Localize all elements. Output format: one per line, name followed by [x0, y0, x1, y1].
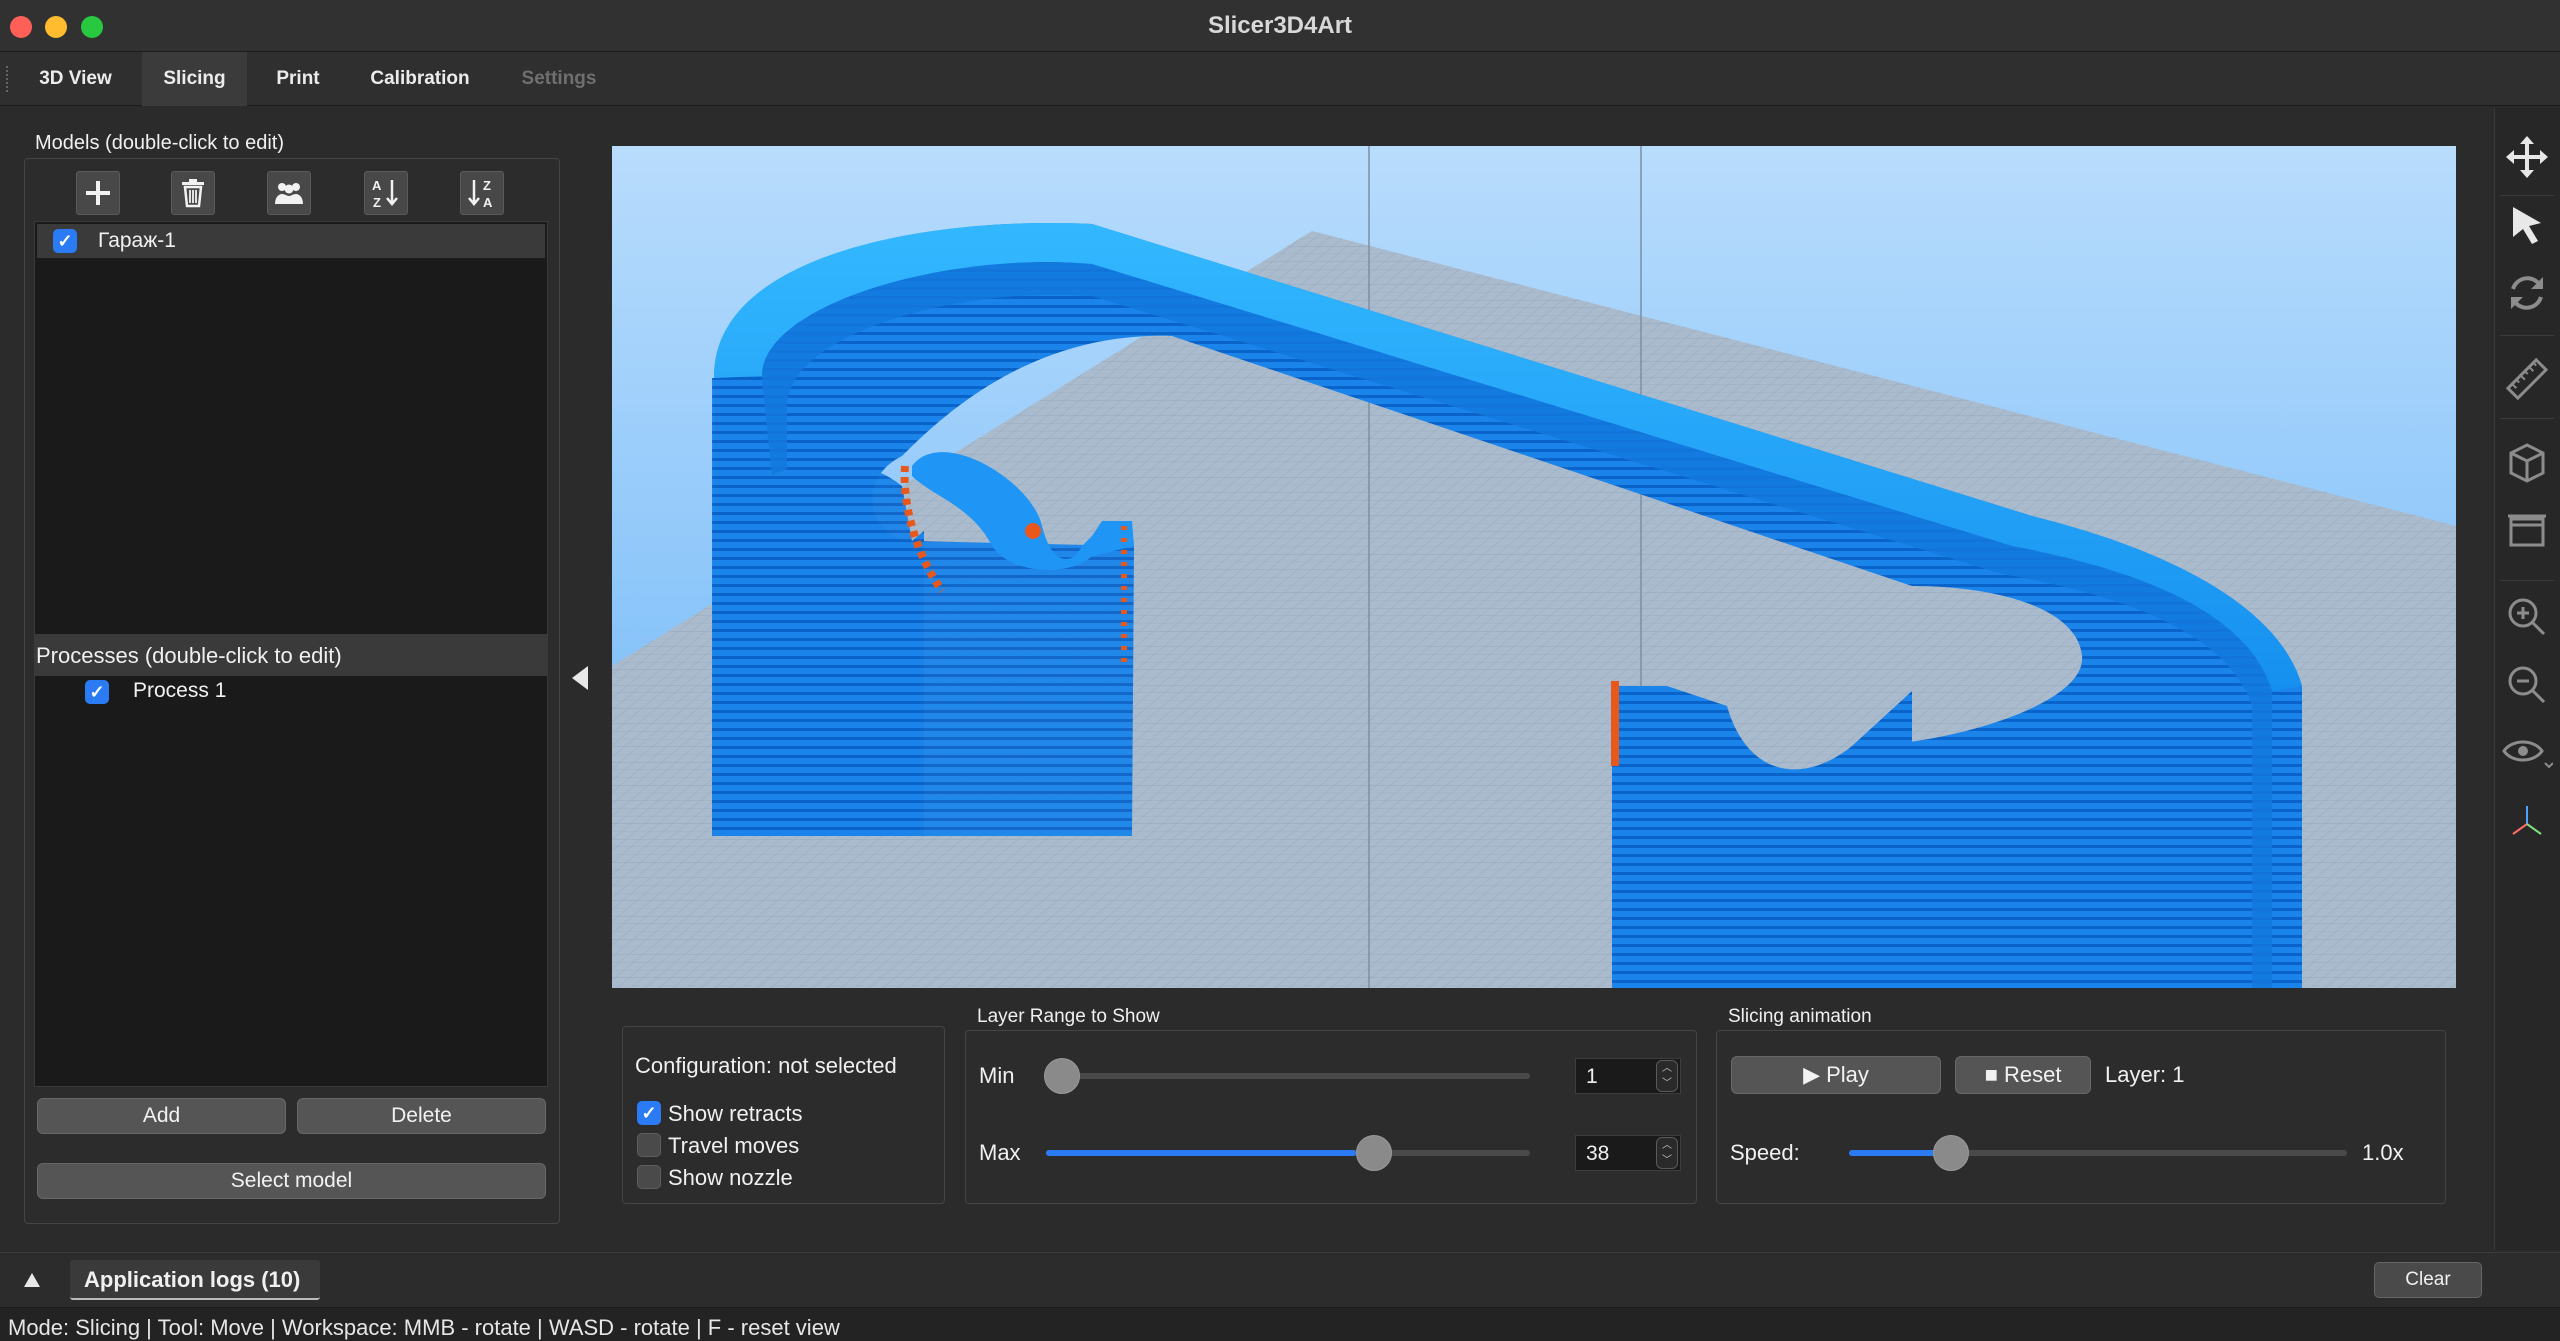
animation-group: ▶ Play ■ Reset Layer: 1 Speed: 1.0x	[1716, 1030, 2446, 1204]
title-bar: Slicer3D4Art	[0, 0, 2560, 52]
move-tool[interactable]	[2500, 130, 2554, 184]
min-layer-spinbox[interactable]: 1 ︿ ﹀	[1575, 1058, 1681, 1094]
max-slider-handle[interactable]	[1356, 1135, 1392, 1171]
tab-bar: 3D View Slicing Print Calibration Settin…	[0, 52, 2560, 106]
tab-bar-grip	[6, 66, 10, 92]
add-model-button[interactable]	[76, 171, 120, 215]
process-checkbox[interactable]: ✓	[85, 680, 109, 704]
travel-moves-checkbox[interactable]	[637, 1133, 661, 1157]
max-label: Max	[979, 1140, 1021, 1165]
max-slider-fill	[1046, 1150, 1356, 1156]
show-retracts-checkbox[interactable]: ✓	[637, 1101, 661, 1125]
max-layer-spinbox[interactable]: 38 ︿ ﹀	[1575, 1135, 1681, 1171]
status-bar: Mode: Slicing | Tool: Move | Workspace: …	[0, 1308, 2560, 1341]
max-layer-value: 38	[1586, 1142, 1610, 1165]
layer-range-title: Layer Range to Show	[977, 1006, 1160, 1027]
show-nozzle-checkbox[interactable]	[637, 1165, 661, 1189]
toolbar-divider	[2500, 418, 2554, 419]
select-icon	[2513, 207, 2541, 244]
animation-title: Slicing animation	[1728, 1006, 1872, 1027]
delete-model-button[interactable]	[171, 171, 215, 215]
speed-value: 1.0x	[2362, 1140, 2404, 1165]
toolbar-divider	[2500, 195, 2554, 196]
viewport-scene	[612, 146, 2456, 988]
min-layer-value: 1	[1586, 1065, 1598, 1088]
list-item[interactable]: ✓ Гараж-1	[37, 224, 545, 258]
eye-icon	[2502, 740, 2553, 769]
tab-settings: Settings	[521, 68, 597, 89]
config-group: Configuration: not selected ✓ Show retra…	[622, 1026, 945, 1204]
visibility-tool[interactable]	[2500, 726, 2554, 780]
svg-text:Z: Z	[483, 178, 491, 193]
play-button[interactable]: ▶ Play	[1731, 1056, 1941, 1094]
zoom-out-icon	[2508, 666, 2546, 704]
collapse-panel-arrow-icon[interactable]	[572, 666, 588, 690]
box-icon	[2508, 514, 2546, 547]
processes-header: Processes (double-click to edit)	[34, 635, 548, 675]
speed-slider-handle[interactable]	[1933, 1135, 1969, 1171]
expand-logs-icon[interactable]	[22, 1270, 42, 1290]
rotate-icon	[2511, 276, 2543, 310]
toolbar-divider	[2500, 335, 2554, 336]
select-model-button[interactable]: Select model	[37, 1163, 546, 1199]
model-name: Гараж-1	[98, 229, 176, 252]
axes-icon	[2512, 806, 2542, 835]
svg-text:A: A	[483, 195, 493, 209]
model-checkbox[interactable]: ✓	[53, 229, 77, 253]
processes-list: ✓ Process 1	[34, 675, 548, 1087]
models-label: Models (double-click to edit)	[35, 132, 284, 154]
group-models-button[interactable]	[267, 171, 311, 215]
zoom-in-icon	[2508, 598, 2546, 636]
show-retracts-label: Show retracts	[668, 1101, 803, 1126]
measure-tool[interactable]	[2500, 352, 2554, 406]
reset-button[interactable]: ■ Reset	[1955, 1056, 2091, 1094]
show-nozzle-label: Show nozzle	[668, 1165, 793, 1190]
speed-label: Speed:	[1730, 1140, 1800, 1165]
layer-indicator: Layer: 1	[2105, 1062, 2185, 1087]
tab-3d-view[interactable]: 3D View	[18, 52, 133, 106]
sort-za-icon: ZA	[468, 178, 493, 209]
delete-process-button[interactable]: Delete	[297, 1098, 546, 1134]
zoom-in-tool[interactable]	[2500, 590, 2554, 644]
sort-ascending-button[interactable]: AZ	[364, 171, 408, 215]
toolbar-divider	[2500, 580, 2554, 581]
processes-label: Processes (double-click to edit)	[36, 643, 342, 668]
cube-view-tool[interactable]	[2500, 436, 2554, 490]
move-icon	[2506, 136, 2548, 178]
min-slider-handle[interactable]	[1044, 1058, 1080, 1094]
group-icon	[275, 183, 303, 204]
select-tool[interactable]	[2500, 198, 2554, 252]
zoom-out-tool[interactable]	[2500, 658, 2554, 712]
tab-slicing[interactable]: Slicing	[142, 52, 247, 106]
layer-range-group: Min 1 ︿ ﹀ Max 38 ︿ ﹀	[965, 1030, 1697, 1204]
clear-logs-button[interactable]: Clear	[2374, 1262, 2482, 1298]
svg-text:A: A	[372, 178, 382, 193]
sort-descending-button[interactable]: ZA	[460, 171, 504, 215]
box-view-tool[interactable]	[2500, 504, 2554, 558]
add-process-button[interactable]: Add	[37, 1098, 286, 1134]
trash-icon	[182, 179, 204, 208]
travel-moves-label: Travel moves	[668, 1133, 800, 1158]
ruler-icon	[2505, 357, 2549, 401]
tab-print[interactable]: Print	[256, 52, 340, 106]
axes-tool[interactable]	[2500, 795, 2554, 849]
rotate-tool[interactable]	[2500, 266, 2554, 320]
add-icon	[86, 181, 110, 205]
sort-az-icon: AZ	[372, 178, 398, 209]
models-list: ✓ Гараж-1	[34, 221, 548, 635]
min-spin-arrows-icon[interactable]: ︿ ﹀	[1656, 1060, 1678, 1092]
cube-icon	[2509, 443, 2545, 483]
tab-calibration[interactable]: Calibration	[352, 52, 488, 106]
process-name[interactable]: Process 1	[133, 679, 226, 703]
max-spin-arrows-icon[interactable]: ︿ ﹀	[1656, 1137, 1678, 1169]
svg-text:Z: Z	[373, 195, 381, 209]
window-title: Slicer3D4Art	[1207, 12, 1353, 39]
3d-viewport[interactable]	[612, 146, 2456, 988]
min-slider-track[interactable]	[1046, 1073, 1530, 1079]
logs-bar: Application logs (10) Clear	[0, 1252, 2560, 1308]
application-logs-tab[interactable]: Application logs (10)	[70, 1260, 320, 1300]
min-label: Min	[979, 1063, 1015, 1088]
config-status: Configuration: not selected	[635, 1053, 897, 1078]
